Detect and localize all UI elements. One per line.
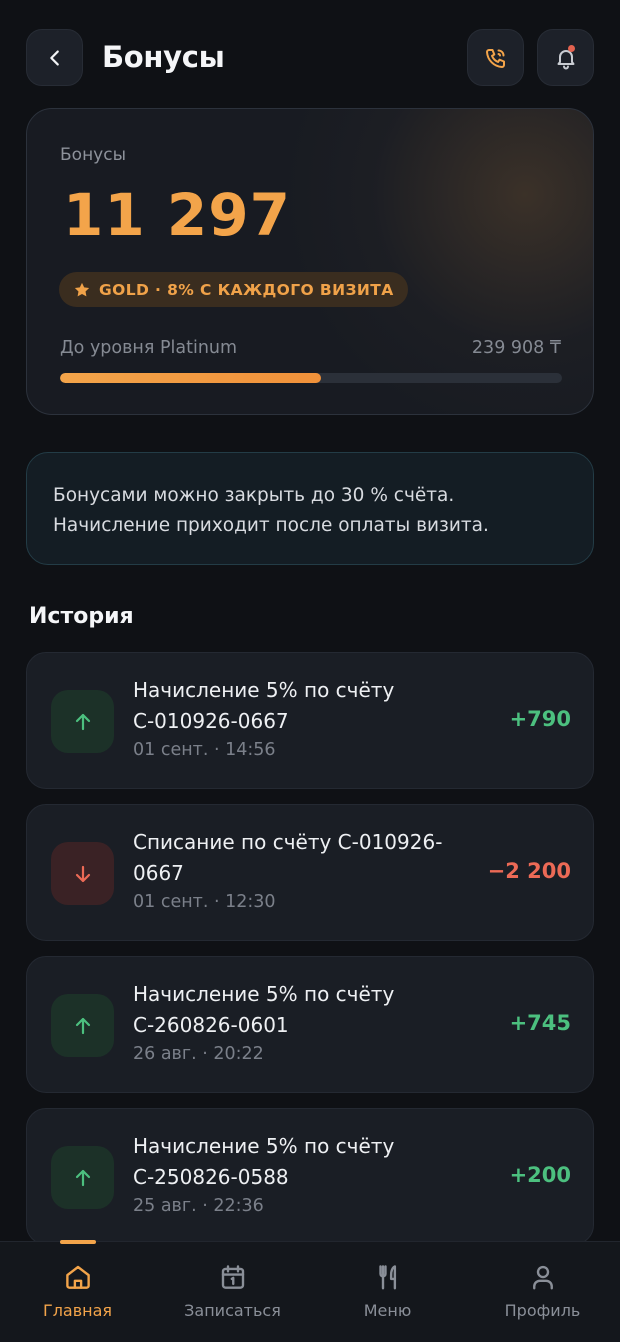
tx-amount: +745 — [509, 1011, 571, 1035]
history-item[interactable]: Начисление 5% по счёту С-250826-0588 25 … — [26, 1108, 594, 1245]
history-item[interactable]: Начисление 5% по счёту С-010926-0667 01 … — [26, 652, 594, 789]
notifications-button[interactable] — [537, 29, 594, 86]
tx-direction-badge — [51, 1146, 114, 1209]
nav-profile[interactable]: Профиль — [465, 1242, 620, 1342]
user-icon — [532, 1265, 553, 1290]
tx-date: 01 сент. · 12:30 — [133, 892, 276, 912]
tier-progress-bar — [60, 373, 562, 383]
nav-home[interactable]: Главная — [0, 1242, 155, 1342]
chevron-left-icon — [49, 49, 59, 66]
tx-amount: +790 — [509, 707, 571, 731]
nav-label: Записаться — [184, 1301, 281, 1320]
nav-label: Профиль — [504, 1301, 581, 1320]
bonus-label: Бонусы — [60, 145, 127, 165]
calendar-icon — [221, 1265, 244, 1289]
nav-book[interactable]: Записаться — [155, 1242, 310, 1342]
tx-title: Начисление 5% по счёту С-250826-0588 — [133, 1134, 395, 1189]
nav-label: Меню — [363, 1301, 412, 1320]
tier-text: GOLD · 8% С КАЖДОГО ВИЗИТА — [99, 280, 394, 299]
bonus-balance: 11 297 — [63, 181, 291, 249]
info-line-2: Начисление приходит после оплаты визита. — [53, 515, 489, 536]
arrow-up-icon — [75, 713, 90, 730]
history-item[interactable]: Начисление 5% по счёту С-260826-0601 26 … — [26, 956, 594, 1093]
tx-direction-badge — [51, 842, 114, 905]
tx-direction-badge — [51, 994, 114, 1057]
arrow-down-icon — [75, 865, 90, 882]
tx-title: Начисление 5% по счёту С-010926-0667 — [133, 678, 395, 733]
arrow-up-icon — [75, 1017, 90, 1034]
tx-date: 25 авг. · 22:36 — [133, 1196, 264, 1216]
history-list: Начисление 5% по счёту С-010926-0667 01 … — [26, 652, 594, 1260]
header: Бонусы — [0, 0, 620, 110]
tx-date: 26 авг. · 20:22 — [133, 1044, 264, 1064]
home-icon — [65, 1265, 90, 1289]
tx-title: Списание по счёту С-010926-0667 — [133, 830, 443, 885]
star-icon — [74, 282, 90, 296]
nav-menu[interactable]: Меню — [310, 1242, 465, 1342]
progress-label: До уровня Platinum — [60, 338, 238, 358]
notification-dot — [568, 45, 575, 52]
bonus-balance-card: Бонусы 11 297 GOLD · 8% С КАЖДОГО ВИЗИТА… — [26, 108, 594, 415]
info-line-1: Бонусами можно закрыть до 30 % счёта. — [53, 485, 455, 506]
tx-date: 01 сент. · 14:56 — [133, 740, 276, 760]
fork-knife-icon — [378, 1265, 396, 1290]
tier-badge: GOLD · 8% С КАЖДОГО ВИЗИТА — [59, 272, 408, 307]
tx-title: Начисление 5% по счёту С-260826-0601 — [133, 982, 395, 1037]
history-item[interactable]: Списание по счёту С-010926-0667 01 сент.… — [26, 804, 594, 941]
call-button[interactable] — [467, 29, 524, 86]
tier-progress-fill — [60, 373, 322, 383]
bottom-nav: Главная Записаться Меню Профиль — [0, 1240, 620, 1342]
phone-icon — [485, 48, 505, 68]
bonuses-screen: Бонусы Бонусы 11 297 GOLD · 8% С КАЖДОГО… — [0, 0, 620, 1342]
back-button[interactable] — [26, 29, 83, 86]
tx-amount: −2 200 — [487, 859, 571, 883]
info-box: Бонусами можно закрыть до 30 % счёта. На… — [26, 452, 594, 565]
progress-amount: 239 908 ₸ — [471, 338, 561, 358]
tx-direction-badge — [51, 690, 114, 753]
arrow-up-icon — [75, 1169, 90, 1186]
history-title: История — [29, 604, 134, 629]
nav-label: Главная — [42, 1301, 113, 1320]
page-title: Бонусы — [102, 40, 225, 74]
tx-amount: +200 — [509, 1163, 571, 1187]
